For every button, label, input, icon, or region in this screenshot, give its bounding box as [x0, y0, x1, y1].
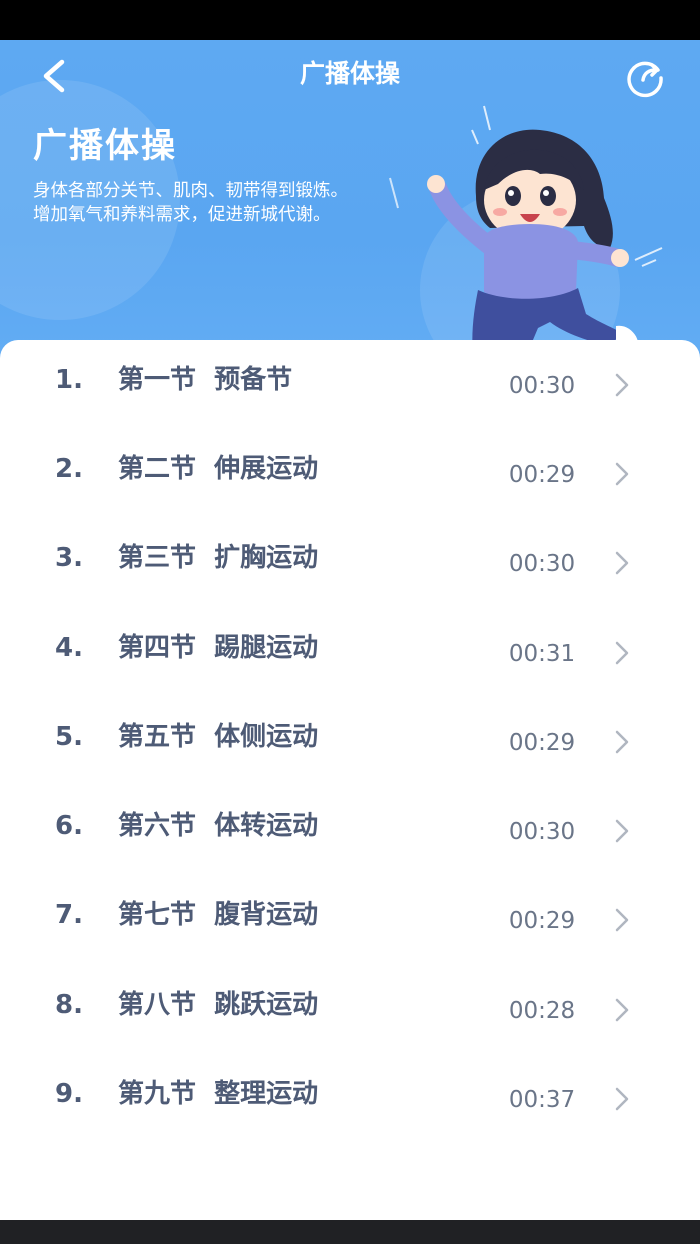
section-duration: 00:30: [508, 819, 576, 845]
section-title: 第四节 踢腿运动: [118, 633, 319, 663]
hero-heading: 广播体操: [33, 126, 177, 166]
jumping-girl-illustration: [389, 105, 663, 366]
list-item[interactable]: 2. 第二节 伸展运动 00:29: [0, 429, 700, 518]
chevron-right-icon: [615, 462, 629, 486]
section-title: 第三节 扩胸运动: [118, 543, 319, 573]
system-navigation-bar: [0, 1220, 700, 1244]
section-duration: 00:30: [508, 373, 576, 399]
list-item[interactable]: 1. 第一节 预备节 00:30: [0, 340, 700, 429]
section-duration: 00:30: [508, 551, 576, 577]
section-title: 第八节 跳跃运动: [118, 990, 319, 1020]
section-title: 第二节 伸展运动: [118, 454, 319, 484]
chevron-right-icon: [615, 551, 629, 575]
list-item[interactable]: 8. 第八节 跳跃运动 00:28: [0, 965, 700, 1054]
section-duration: 00:31: [508, 641, 576, 667]
section-duration: 00:29: [508, 462, 576, 488]
app-screen: 广播体操 广播体操 身体各部分关节、肌肉、韧带得到锻炼。 增加氧气和养料需求，促…: [0, 0, 700, 1244]
chevron-right-icon: [615, 908, 629, 932]
chevron-right-icon: [615, 373, 629, 397]
section-title: 第五节 体侧运动: [118, 722, 319, 752]
list-item[interactable]: 5. 第五节 体侧运动 00:29: [0, 697, 700, 786]
hero-banner: 广播体操 广播体操 身体各部分关节、肌肉、韧带得到锻炼。 增加氧气和养料需求，促…: [0, 40, 700, 370]
status-bar: [0, 0, 700, 40]
section-duration: 00:29: [508, 730, 576, 756]
section-title: 第七节 腹背运动: [118, 900, 319, 930]
section-duration: 00:28: [508, 998, 576, 1024]
section-number: 2.: [55, 454, 83, 484]
section-duration: 00:37: [508, 1087, 576, 1113]
list-item[interactable]: 6. 第六节 体转运动 00:30: [0, 786, 700, 875]
section-list: 1. 第一节 预备节 00:30 2. 第二节 伸展运动 00:29 3. 第三…: [0, 340, 700, 1220]
section-number: 1.: [55, 365, 83, 395]
section-title: 第六节 体转运动: [118, 811, 319, 841]
section-number: 8.: [55, 990, 83, 1020]
section-number: 9.: [55, 1079, 83, 1109]
section-title: 第一节 预备节: [118, 365, 293, 395]
list-item[interactable]: 7. 第七节 腹背运动 00:29: [0, 875, 700, 964]
list-item[interactable]: 3. 第三节 扩胸运动 00:30: [0, 518, 700, 607]
back-button[interactable]: [30, 54, 80, 98]
section-number: 5.: [55, 722, 83, 752]
chevron-right-icon: [615, 998, 629, 1022]
chevron-right-icon: [615, 1087, 629, 1111]
list-item[interactable]: 9. 第九节 整理运动 00:37: [0, 1054, 700, 1143]
section-title: 第九节 整理运动: [118, 1079, 319, 1109]
section-number: 3.: [55, 543, 83, 573]
section-number: 4.: [55, 633, 83, 663]
list-item[interactable]: 4. 第四节 踢腿运动 00:31: [0, 608, 700, 697]
section-duration: 00:29: [508, 908, 576, 934]
chevron-right-icon: [615, 641, 629, 665]
section-number: 7.: [55, 900, 83, 930]
chevron-right-icon: [615, 730, 629, 754]
chevron-right-icon: [615, 819, 629, 843]
chevron-left-icon: [43, 59, 65, 93]
section-number: 6.: [55, 811, 83, 841]
